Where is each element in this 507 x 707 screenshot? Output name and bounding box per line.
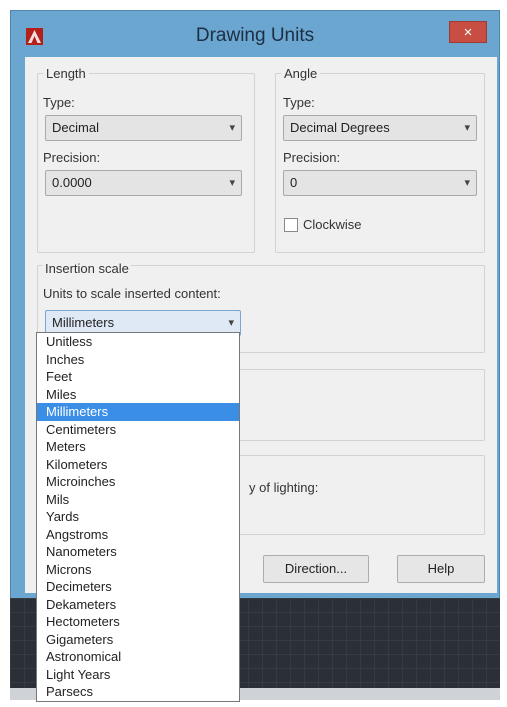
length-precision-value: 0.0000 xyxy=(52,175,92,190)
chevron-down-icon: ▾ xyxy=(464,122,470,134)
chevron-down-icon: ▾ xyxy=(229,122,235,134)
insertion-units-dropdown-list[interactable]: Unitless Inches Feet Miles Millimeters Centim… xyxy=(36,332,240,702)
length-precision-select[interactable]: 0.0000 ▾ xyxy=(45,170,242,196)
dropdown-option-parsecs[interactable]: Parsecs xyxy=(37,683,239,701)
close-button[interactable]: × xyxy=(449,21,487,43)
dropdown-option-microns[interactable]: Microns xyxy=(37,561,239,579)
angle-type-value: Decimal Degrees xyxy=(290,120,390,135)
dropdown-option-mils[interactable]: Mils xyxy=(37,491,239,509)
help-button[interactable]: Help xyxy=(397,555,485,583)
dropdown-option-miles[interactable]: Miles xyxy=(37,386,239,404)
dropdown-option-feet[interactable]: Feet xyxy=(37,368,239,386)
direction-button[interactable]: Direction... xyxy=(263,555,369,583)
dropdown-option-unitless[interactable]: Unitless xyxy=(37,333,239,351)
angle-type-select[interactable]: Decimal Degrees ▾ xyxy=(283,115,477,141)
dropdown-option-kilometers[interactable]: Kilometers xyxy=(37,456,239,474)
clockwise-checkbox[interactable] xyxy=(284,218,298,232)
dropdown-option-astronomical[interactable]: Astronomical xyxy=(37,648,239,666)
angle-precision-value: 0 xyxy=(290,175,298,190)
angle-type-label: Type: xyxy=(283,95,315,110)
dropdown-option-hectometers[interactable]: Hectometers xyxy=(37,613,239,631)
angle-precision-select[interactable]: 0 ▾ xyxy=(283,170,477,196)
dropdown-option-angstroms[interactable]: Angstroms xyxy=(37,526,239,544)
length-type-select[interactable]: Decimal ▾ xyxy=(45,115,242,141)
angle-group-label: Angle xyxy=(281,66,321,81)
lighting-units-label: y of lighting: xyxy=(249,480,319,495)
clockwise-label[interactable]: Clockwise xyxy=(303,217,362,232)
dropdown-option-light-years[interactable]: Light Years xyxy=(37,666,239,684)
dropdown-option-inches[interactable]: Inches xyxy=(37,351,239,369)
dropdown-option-gigameters[interactable]: Gigameters xyxy=(37,631,239,649)
title-bar[interactable]: Drawing Units × xyxy=(11,11,499,57)
dropdown-option-dekameters[interactable]: Dekameters xyxy=(37,596,239,614)
chevron-down-icon: ▾ xyxy=(464,177,470,189)
angle-precision-label: Precision: xyxy=(283,150,341,165)
insertion-units-value: Millimeters xyxy=(52,315,115,330)
chevron-down-icon: ▾ xyxy=(229,177,235,189)
length-precision-label: Precision: xyxy=(43,150,101,165)
length-type-value: Decimal xyxy=(52,120,99,135)
dropdown-option-yards[interactable]: Yards xyxy=(37,508,239,526)
insertion-units-label: Units to scale inserted content: xyxy=(43,286,221,301)
dialog-title: Drawing Units xyxy=(195,25,315,46)
dropdown-option-microinches[interactable]: Microinches xyxy=(37,473,239,491)
dropdown-option-nanometers[interactable]: Nanometers xyxy=(37,543,239,561)
length-group-label: Length xyxy=(43,66,89,81)
dropdown-option-meters[interactable]: Meters xyxy=(37,438,239,456)
close-icon: × xyxy=(463,24,473,41)
insertion-scale-label: Insertion scale xyxy=(43,261,131,276)
dropdown-option-millimeters[interactable]: Millimeters xyxy=(37,403,239,421)
dropdown-option-centimeters[interactable]: Centimeters xyxy=(37,421,239,439)
length-type-label: Type: xyxy=(43,95,75,110)
dropdown-option-decimeters[interactable]: Decimeters xyxy=(37,578,239,596)
